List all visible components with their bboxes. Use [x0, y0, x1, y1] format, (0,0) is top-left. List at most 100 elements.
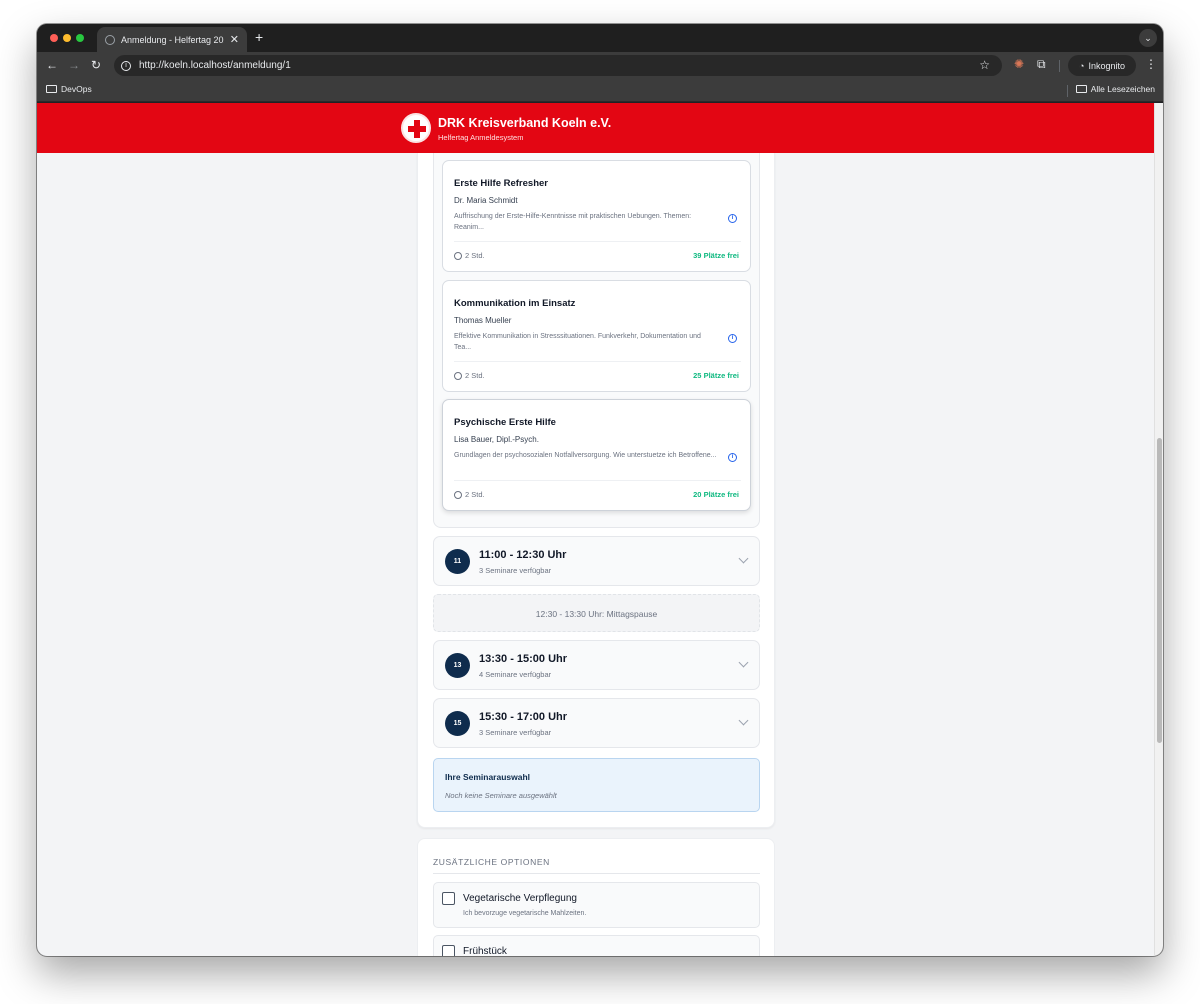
- slot-expanded-content: Erste Hilfe Refresher Dr. Maria Schmidt …: [433, 153, 760, 528]
- tab-strip: Anmeldung - Helfertag 2026 ✕ + ⌄: [37, 24, 1163, 52]
- seminar-seats: 25 Plätze frei: [693, 371, 739, 380]
- incognito-icon: ◔: [1079, 60, 1085, 71]
- clock-icon: [454, 251, 462, 260]
- browser-tab[interactable]: Anmeldung - Helfertag 2026 ✕: [97, 27, 247, 52]
- slot-subtitle: 4 Seminare verfügbar: [479, 670, 552, 679]
- card-divider: [454, 241, 741, 242]
- toolbar-separator: [1059, 60, 1060, 72]
- seminar-description: Grundlagen der psychosozialen Notfallver…: [454, 452, 717, 459]
- seminar-title: Erste Hilfe Refresher: [454, 178, 548, 189]
- site-header: DRK Kreisverband Koeln e.V. Helfertag An…: [37, 103, 1154, 153]
- seminar-duration: 2 Std.: [454, 251, 485, 260]
- site-info-icon[interactable]: i: [121, 60, 131, 71]
- lunch-break: 12:30 - 13:30 Uhr: Mittagspause: [433, 594, 760, 632]
- slot-subtitle: 3 Seminare verfügbar: [479, 566, 552, 575]
- options-heading: ZUSÄTZLICHE OPTIONEN: [433, 857, 550, 867]
- page-viewport: DRK Kreisverband Koeln e.V. Helfertag An…: [37, 103, 1154, 956]
- seminar-description: Auffrischung der Erste-Hilfe-Kenntnisse …: [454, 213, 692, 231]
- slot-title: 15:30 - 17:00 Uhr: [479, 711, 568, 723]
- seminar-seats: 39 Plätze frei: [693, 251, 739, 260]
- slot-badge: 15: [445, 711, 470, 736]
- slot-badge: 11: [445, 549, 470, 574]
- all-bookmarks-label: Alle Lesezeichen: [1090, 84, 1155, 94]
- selection-empty-text: Noch keine Seminare ausgewählt: [445, 791, 557, 800]
- clock-icon: [454, 371, 462, 380]
- info-icon[interactable]: i: [728, 334, 737, 343]
- minimize-window-button[interactable]: [63, 34, 71, 42]
- red-cross-bar: [408, 126, 426, 132]
- seminar-speaker: Thomas Mueller: [454, 316, 512, 325]
- breakfast-checkbox[interactable]: [442, 945, 455, 956]
- forward-button[interactable]: →: [68, 58, 80, 72]
- info-icon[interactable]: i: [728, 214, 737, 223]
- slot-title: 13:30 - 15:00 Uhr: [479, 653, 568, 665]
- bookmark-folder-devops[interactable]: DevOps: [46, 84, 92, 94]
- selection-title: Ihre Seminarauswahl: [445, 772, 531, 782]
- bookmarks-bar: DevOps Alle Lesezeichen: [37, 79, 1163, 102]
- site-title: DRK Kreisverband Koeln e.V.: [438, 116, 612, 130]
- seminar-title: Kommunikation im Einsatz: [454, 298, 576, 309]
- extension-icon[interactable]: ✺: [1014, 57, 1024, 71]
- incognito-button[interactable]: ◔ Inkognito: [1068, 55, 1136, 76]
- chevron-down-icon[interactable]: [738, 657, 749, 668]
- reload-button[interactable]: ↻: [91, 58, 101, 72]
- options-divider: [433, 873, 760, 874]
- time-slot-15[interactable]: 15 15:30 - 17:00 Uhr 3 Seminare verfügba…: [433, 698, 760, 748]
- slot-subtitle: 3 Seminare verfügbar: [479, 728, 552, 737]
- folder-icon: [46, 85, 57, 93]
- browser-menu-icon[interactable]: ⋮: [1145, 57, 1157, 71]
- folder-icon: [1075, 85, 1087, 93]
- bookmarks-separator: [1067, 85, 1068, 97]
- url-text[interactable]: http://koeln.localhost/anmeldung/1: [139, 60, 291, 71]
- seminar-card[interactable]: Kommunikation im Einsatz Thomas Mueller …: [442, 280, 751, 392]
- seminar-speaker: Lisa Bauer, Dipl.-Psych.: [454, 435, 539, 444]
- card-divider: [454, 480, 741, 481]
- tab-title: Anmeldung - Helfertag 2026: [121, 34, 224, 45]
- browser-window: Anmeldung - Helfertag 2026 ✕ + ⌄ ← → ↻ i…: [37, 24, 1163, 956]
- seminar-selection-summary: Ihre Seminarauswahl Noch keine Seminare …: [433, 758, 760, 812]
- address-bar[interactable]: i http://koeln.localhost/anmeldung/1 ☆: [114, 55, 1002, 76]
- seminar-panel: Erste Hilfe Refresher Dr. Maria Schmidt …: [417, 153, 775, 828]
- option-title: Vegetarische Verpflegung: [463, 893, 577, 904]
- option-title: Frühstück: [463, 946, 507, 956]
- bookmark-star-icon[interactable]: ☆: [979, 58, 990, 72]
- new-tab-button[interactable]: +: [255, 29, 263, 45]
- clock-icon: [454, 490, 462, 499]
- close-tab-icon[interactable]: ✕: [230, 33, 239, 46]
- option-breakfast[interactable]: Frühstück: [433, 935, 760, 956]
- all-bookmarks-button[interactable]: Alle Lesezeichen: [1075, 84, 1155, 94]
- card-divider: [454, 361, 741, 362]
- globe-icon: [105, 34, 115, 45]
- browser-toolbar: ← → ↻ i http://koeln.localhost/anmeldung…: [37, 52, 1163, 79]
- seminar-duration: 2 Std.: [454, 490, 485, 499]
- duration-text: 2 Std.: [465, 490, 485, 499]
- back-button[interactable]: ←: [46, 58, 58, 72]
- drk-logo: [401, 113, 431, 143]
- slot-badge: 13: [445, 653, 470, 678]
- maximize-window-button[interactable]: [76, 34, 84, 42]
- seminar-card[interactable]: Erste Hilfe Refresher Dr. Maria Schmidt …: [442, 160, 751, 272]
- seminar-title: Psychische Erste Hilfe: [454, 417, 556, 428]
- option-vegetarian[interactable]: Vegetarische Verpflegung Ich bevorzuge v…: [433, 882, 760, 928]
- vegetarian-checkbox[interactable]: [442, 892, 455, 905]
- extensions-puzzle-icon[interactable]: ⧉: [1037, 57, 1046, 72]
- slot-title: 11:00 - 12:30 Uhr: [479, 549, 567, 561]
- seminar-duration: 2 Std.: [454, 371, 485, 380]
- duration-text: 2 Std.: [465, 251, 485, 260]
- chevron-down-icon[interactable]: [738, 715, 749, 726]
- scrollbar-thumb[interactable]: [1157, 438, 1162, 743]
- tab-search-button[interactable]: ⌄: [1139, 29, 1157, 47]
- page-scrollbar[interactable]: [1154, 103, 1163, 956]
- site-subtitle: Helfertag Anmeldesystem: [438, 133, 524, 142]
- close-window-button[interactable]: [50, 34, 58, 42]
- seminar-seats: 20 Plätze frei: [693, 490, 739, 499]
- chevron-down-icon[interactable]: [738, 553, 749, 564]
- seminar-card[interactable]: Psychische Erste Hilfe Lisa Bauer, Dipl.…: [442, 399, 751, 511]
- time-slot-11[interactable]: 11 11:00 - 12:30 Uhr 3 Seminare verfügba…: [433, 536, 760, 586]
- option-description: Ich bevorzuge vegetarische Mahlzeiten.: [463, 910, 587, 917]
- time-slot-13[interactable]: 13 13:30 - 15:00 Uhr 4 Seminare verfügba…: [433, 640, 760, 690]
- seminar-description: Effektive Kommunikation in Stresssituati…: [454, 333, 701, 351]
- duration-text: 2 Std.: [465, 371, 485, 380]
- info-icon[interactable]: i: [728, 453, 737, 462]
- incognito-label: Inkognito: [1088, 60, 1125, 71]
